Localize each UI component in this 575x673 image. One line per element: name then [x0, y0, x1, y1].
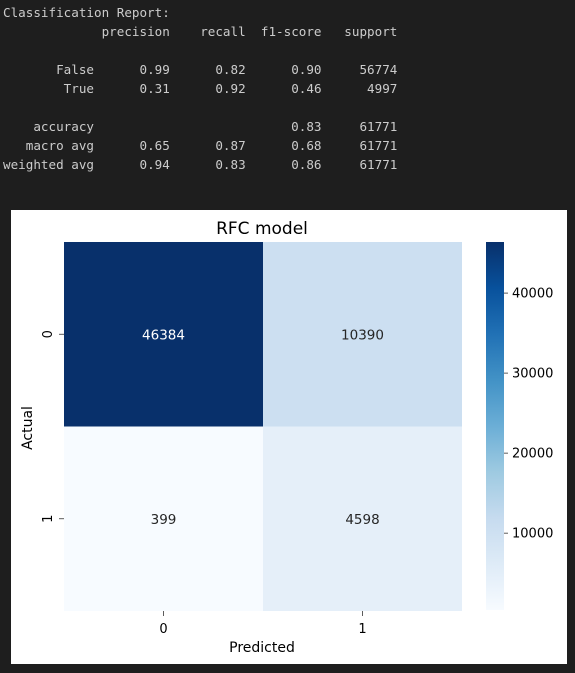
report-class-row-0-f1: 0.90	[291, 62, 322, 77]
x-tick-label-1: 1	[358, 622, 366, 637]
report-summary-row-2-label: weighted avg	[3, 157, 94, 172]
report-summary-row-2-f1: 0.86	[291, 157, 322, 172]
report-title: Classification Report:	[3, 5, 170, 20]
report-summary-row-1-recall: 0.87	[215, 138, 246, 153]
report-summary-row-1-f1: 0.68	[291, 138, 322, 153]
report-class-row-1-support: 4997	[367, 81, 398, 96]
report-class-row-1-label: True	[63, 81, 95, 96]
heatmap-cell-value-1-0: 399	[151, 512, 177, 528]
chart-title: RFC model	[216, 219, 308, 239]
report-class-row-0-support: 56774	[359, 62, 398, 77]
report-summary-row-0-f1: 0.83	[291, 119, 322, 134]
report-class-row-1-f1: 0.46	[291, 81, 322, 96]
report-summary-row-1-support: 61771	[359, 138, 398, 153]
report-summary-row-0-support: 61771	[359, 119, 398, 134]
report-header-support: support	[344, 24, 398, 39]
report-class-row-0-precision: 0.99	[139, 62, 170, 77]
report-summary-row-2-support: 61771	[359, 157, 398, 172]
confusion-matrix-figure: RFC model 46384 10390 399 4598 0 1 0 1 Predic…	[11, 210, 567, 664]
colorbar-tick-label-2: 30000	[512, 367, 553, 382]
report-header-f1score: f1-score	[260, 24, 322, 39]
y-axis-label: Actual	[20, 406, 36, 450]
report-header-recall: recall	[200, 24, 246, 39]
heatmap-cell-value-1-1: 4598	[345, 512, 379, 528]
heatmap-cell-value-0-1: 10390	[341, 327, 384, 343]
x-axis-label: Predicted	[229, 640, 295, 656]
colorbar-tick-label-1: 20000	[512, 447, 553, 462]
report-class-row-0-label: False	[56, 62, 94, 77]
report-summary-row-2-recall: 0.83	[215, 157, 246, 172]
colorbar-tick-label-3: 40000	[512, 287, 553, 302]
report-header-precision: precision	[101, 24, 170, 39]
report-summary-row-2-precision: 0.94	[139, 157, 170, 172]
report-summary-row-1-label: macro avg	[25, 138, 94, 153]
y-tick-label-0: 0	[41, 330, 56, 338]
report-summary-row-0-label: accuracy	[33, 119, 95, 134]
report-summary-row-1-precision: 0.65	[139, 138, 170, 153]
classification-report-output: Classification Report: precision recall …	[3, 3, 397, 174]
y-tick-label-1: 1	[41, 515, 56, 523]
colorbar-tick-label-0: 10000	[512, 527, 553, 542]
colorbar	[486, 242, 504, 610]
report-class-row-1-precision: 0.31	[139, 81, 170, 96]
heatmap-cell-value-0-0: 46384	[142, 327, 185, 343]
report-class-row-0-recall: 0.82	[215, 62, 246, 77]
confusion-matrix-plot: RFC model 46384 10390 399 4598 0 1 0 1 Predic…	[20, 219, 553, 656]
report-class-row-1-recall: 0.92	[215, 81, 246, 96]
x-tick-label-0: 0	[159, 622, 167, 637]
